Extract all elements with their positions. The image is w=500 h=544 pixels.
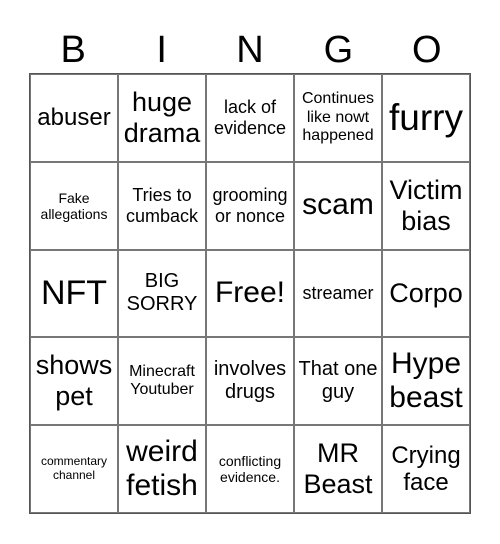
bingo-cell[interactable]: grooming or nonce [206, 161, 294, 250]
bingo-cell[interactable]: Continues like nowt happened [294, 74, 382, 162]
bingo-cell[interactable]: That one guy [294, 337, 382, 426]
bingo-cell[interactable]: weird fetish [118, 425, 206, 513]
header-letter-b: B [60, 29, 86, 71]
bingo-cell[interactable]: NFT [30, 249, 118, 338]
bingo-cell[interactable]: Hype beast [382, 337, 470, 426]
bingo-cell[interactable]: lack of evidence [206, 74, 294, 162]
bingo-cell[interactable]: Victim bias [382, 161, 470, 250]
bingo-cell[interactable]: BIG SORRY [118, 249, 206, 338]
bingo-cell[interactable]: MR Beast [294, 425, 382, 513]
bingo-cell[interactable]: Minecraft Youtuber [118, 337, 206, 426]
bingo-cell[interactable]: shows pet [30, 337, 118, 426]
bingo-cell[interactable]: abuser [30, 74, 118, 162]
bingo-cell[interactable]: Corpo [382, 249, 470, 338]
bingo-cell[interactable]: involves drugs [206, 337, 294, 426]
bingo-header: B I N G O [29, 28, 471, 72]
header-letter-g: G [323, 29, 354, 71]
bingo-cell[interactable]: furry [382, 74, 470, 162]
header-letter-i: I [156, 29, 167, 71]
header-letter-n: N [236, 29, 264, 71]
bingo-cell[interactable]: commentary channel [30, 425, 118, 513]
bingo-cell[interactable]: huge drama [118, 74, 206, 162]
bingo-grid: abuser huge drama lack of evidence Conti… [29, 73, 471, 514]
bingo-cell[interactable]: Crying face [382, 425, 470, 513]
bingo-cell free-space[interactable]: Free! [206, 249, 294, 338]
header-letter-o: O [412, 29, 442, 71]
bingo-cell[interactable]: Tries to cumback [118, 161, 206, 250]
bingo-cell[interactable]: streamer [294, 249, 382, 338]
bingo-cell[interactable]: scam [294, 161, 382, 250]
bingo-cell[interactable]: Fake allegations [30, 161, 118, 250]
bingo-cell[interactable]: conflicting evidence. [206, 425, 294, 513]
